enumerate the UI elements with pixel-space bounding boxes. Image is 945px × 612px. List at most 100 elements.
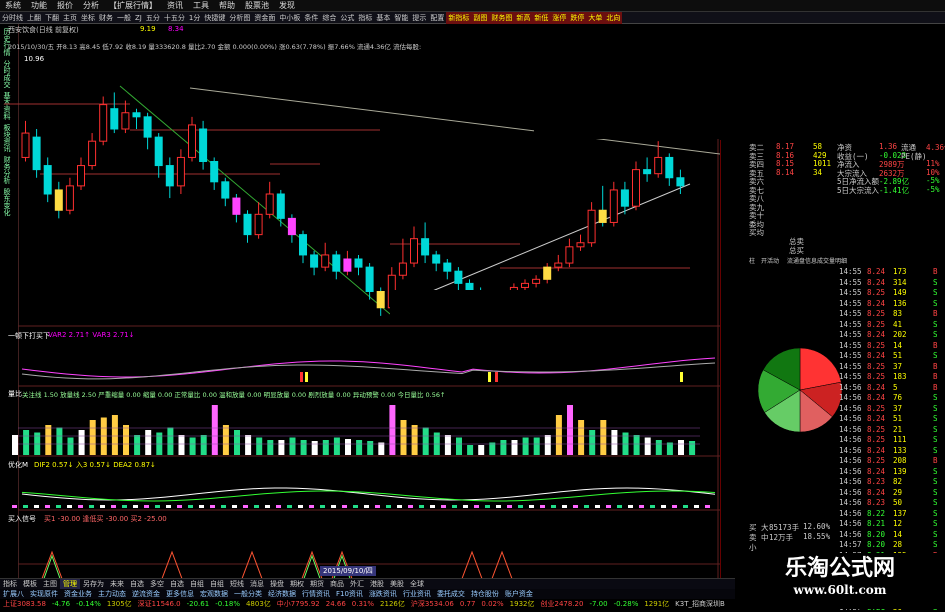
toolbar-highlight-item[interactable]: 北向 [604, 12, 623, 24]
bottom-tab-2[interactable]: 行情资讯 [299, 589, 333, 599]
menu-item[interactable]: 发现 [274, 0, 300, 12]
macd-block [386, 505, 391, 508]
bottom-tab-2[interactable]: 主力动态 [95, 589, 129, 599]
bottom-tab-2[interactable]: 涨跌资讯 [366, 589, 400, 599]
flow-volume: 12万手 [769, 533, 794, 542]
toolbar-item[interactable]: 分析图 [227, 12, 252, 24]
tick-flag: S [933, 414, 938, 423]
toolbar-item[interactable]: 五分 [144, 12, 162, 24]
bottom-tab-2[interactable]: 持仓股份 [468, 589, 502, 599]
quote-panel-tab[interactable]: 柱 [749, 256, 755, 265]
toolbar-item[interactable]: 条件 [302, 12, 320, 24]
toolbar-highlight-item[interactable]: 新指标 [446, 12, 472, 24]
bottom-tab-2[interactable]: 一般分类 [231, 589, 265, 599]
bottom-tab-2[interactable]: F10资讯 [333, 589, 366, 599]
order-book-volume: 34 [813, 167, 823, 177]
toolbar-item[interactable]: 提示 [410, 12, 428, 24]
toolbar-item[interactable]: 分时线 [0, 12, 25, 24]
quote-panel: 卖二 卖三 卖四 卖五 卖六 卖七 卖八 卖九 卖十 委均 买均 8.17 8.16 8.15 8.14 58… [720, 140, 945, 612]
candle [609, 189, 618, 223]
menu-item[interactable]: 帮助 [214, 0, 240, 12]
toolbar-item[interactable]: 综合 [320, 12, 338, 24]
volume-bar [289, 437, 296, 455]
index-quote: 沪深3534.06 [410, 600, 454, 608]
tick-price: 8.25 [867, 372, 886, 381]
toolbar-highlight-item[interactable]: 大单 [586, 12, 605, 24]
panel2-values: 关注线 1.50 放量线 2.50 严重缩量 0.00 缩量 0.00 正常量比… [22, 391, 446, 399]
macd-block [496, 505, 501, 508]
toolbar-item[interactable]: 配置 [428, 12, 446, 24]
toolbar-highlight-item[interactable]: 跌停 [568, 12, 587, 24]
tick-price: 8.23 [867, 477, 886, 486]
toolbar-item[interactable]: 公式 [338, 12, 356, 24]
macd-block [375, 505, 380, 508]
tick-price: 8.24 [867, 414, 886, 423]
bottom-tab-2[interactable]: 扩展八 [0, 589, 27, 599]
menu-item[interactable]: 分析 [78, 0, 104, 12]
tick-price: 8.24 [867, 277, 886, 287]
toolbar-item[interactable]: 上翻 [25, 12, 43, 24]
tick-time: 14:55 [839, 288, 862, 297]
toolbar-item[interactable]: 一般 [115, 12, 133, 24]
indicator-value-2: 8.34 [168, 25, 184, 33]
macd-block [100, 505, 105, 508]
menu-item[interactable]: 系统 [0, 0, 26, 12]
toolbar-item[interactable]: 指标 [356, 12, 374, 24]
index-quote: 中小7795.92 [276, 600, 320, 608]
toolbar-highlight-item[interactable]: 涨停 [550, 12, 569, 24]
menu-item[interactable]: 股票池 [240, 0, 274, 12]
tick-flag: S [933, 498, 938, 507]
toolbar-item[interactable]: 下翻 [43, 12, 61, 24]
toolbar-item[interactable]: ZJ [133, 12, 144, 24]
volume-bar [134, 435, 141, 455]
bottom-tab-2[interactable]: 逆流资金 [129, 589, 163, 599]
tick-price: 8.20 [867, 540, 886, 549]
toolbar-item[interactable]: 基本 [374, 12, 392, 24]
toolbar-item[interactable]: 财务 [97, 12, 115, 24]
menu-item[interactable]: 功能 [26, 0, 52, 12]
toolbar-item[interactable]: 智能 [392, 12, 410, 24]
bottom-tab-2[interactable]: 资金业务 [61, 589, 95, 599]
volume-bar [333, 437, 340, 455]
toolbar-highlight-item[interactable]: 财务图 [489, 12, 515, 24]
quote-panel-tab[interactable]: 开活动 [761, 256, 779, 265]
index-quote: -0.18% [215, 600, 240, 608]
menu-item[interactable]: 【扩展行情】 [104, 0, 162, 12]
toolbar-highlight-item[interactable]: 新高 [514, 12, 533, 24]
toolbar-highlight-item[interactable]: 新低 [532, 12, 551, 24]
bottom-tab-2[interactable]: 实现原件 [27, 589, 61, 599]
toolbar-item[interactable]: 坐标 [79, 12, 97, 24]
candle [332, 254, 341, 272]
tick-time: 14:56 [839, 529, 862, 539]
bottom-tab-2[interactable]: 委托成交 [434, 589, 468, 599]
tick-volume: 183 [893, 372, 907, 381]
toolbar-item[interactable]: 1分 [187, 12, 202, 24]
bottom-tab-2[interactable]: 更多信息 [163, 589, 197, 599]
menu-item[interactable]: 资讯 [162, 0, 188, 12]
kline-chart[interactable] [0, 24, 720, 578]
quote-panel-tab[interactable]: 流通盘信息成交量明细 [787, 256, 847, 265]
volume-bar [689, 441, 696, 455]
bottom-tab-2[interactable]: 账户资金 [502, 589, 536, 599]
bottom-tab-2[interactable]: 经济数据 [265, 589, 299, 599]
tick-flag: B [933, 267, 938, 276]
tick-price: 8.22 [867, 508, 886, 518]
candle [598, 209, 607, 223]
toolbar-item[interactable]: 中小板 [277, 12, 302, 24]
tick-flag: S [933, 466, 938, 476]
index-quote: 1932亿 [509, 600, 535, 608]
bottom-tab-2[interactable]: 行业资讯 [400, 589, 434, 599]
volume-bar [522, 437, 529, 455]
tick-volume: 51 [893, 351, 903, 360]
toolbar-highlight-item[interactable]: 副图 [471, 12, 490, 24]
toolbar-item[interactable]: 快捷键 [202, 12, 227, 24]
index-quote: 0.77 [459, 600, 476, 608]
stock-title: 西安饮食(日线 前复权) [8, 26, 79, 34]
menu-item[interactable]: 工具 [188, 0, 214, 12]
menu-item[interactable]: 报价 [52, 0, 78, 12]
toolbar-item[interactable]: 资金面 [252, 12, 277, 24]
bottom-tab-2[interactable]: 宏观数据 [197, 589, 231, 599]
tick-price: 8.24 [867, 393, 886, 402]
toolbar-item[interactable]: 十五分 [162, 12, 187, 24]
toolbar-item[interactable]: 主页 [61, 12, 79, 24]
